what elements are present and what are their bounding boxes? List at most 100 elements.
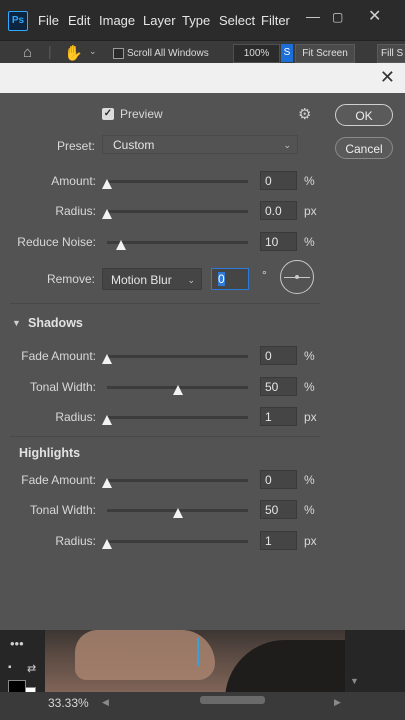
amount-input[interactable]: 0 — [260, 171, 297, 190]
remove-dropdown[interactable]: Motion Blur ⌄ — [102, 268, 202, 290]
highlights-title: Highlights — [19, 446, 81, 460]
shadows-fade-amount-slider-track[interactable] — [107, 355, 248, 358]
shadows-tonal-width-unit: % — [304, 380, 315, 394]
highlights-tonal-width-label: Tonal Width: — [29, 503, 96, 517]
gear-icon[interactable]: ⚙ — [298, 105, 311, 123]
shadows-radius-slider-thumb[interactable] — [102, 415, 112, 425]
menu-edit[interactable]: Edit — [68, 13, 90, 28]
chevron-down-icon: ⌄ — [187, 275, 195, 285]
status-bar: 33.33% ◀ ▶ — [0, 692, 405, 720]
menu-type[interactable]: Type — [182, 13, 210, 28]
divider — [10, 303, 320, 304]
reduce-noise-label: Reduce Noise: — [17, 235, 96, 249]
radius-label: Radius: — [55, 204, 96, 218]
scroll-right-arrow-icon[interactable]: ▶ — [334, 697, 341, 708]
amount-slider-track[interactable] — [107, 180, 248, 183]
radius-slider-thumb[interactable] — [102, 209, 112, 219]
highlights-fade-amount-label: Fade Amount: — [21, 473, 96, 487]
reduce-noise-input[interactable]: 10 — [260, 232, 297, 251]
shadows-title: Shadows — [28, 316, 83, 330]
highlights-tonal-width-input[interactable]: 50 — [260, 500, 297, 519]
more-tools-icon[interactable]: ••• — [10, 636, 24, 651]
hand-tool-icon[interactable]: ✋ — [64, 44, 83, 62]
angle-value: 0 — [218, 272, 225, 286]
ok-button[interactable]: OK — [335, 104, 393, 126]
amount-label: Amount: — [51, 174, 96, 188]
zoom-level: 33.33% — [48, 696, 89, 710]
highlights-radius-unit: px — [304, 534, 317, 548]
highlights-fade-amount-unit: % — [304, 473, 315, 487]
angle-dial[interactable] — [280, 260, 314, 294]
menu-file[interactable]: File — [38, 13, 59, 28]
menu-select[interactable]: Select — [219, 13, 255, 28]
shadows-radius-unit: px — [304, 410, 317, 424]
angle-input[interactable]: 0 — [211, 268, 249, 290]
shadows-tonal-width-slider-thumb[interactable] — [172, 385, 183, 395]
reduce-noise-slider-track[interactable] — [107, 241, 248, 244]
shadows-tonal-width-label: Tonal Width: — [29, 380, 96, 394]
menu-layer[interactable]: Layer — [143, 13, 176, 28]
radius-input[interactable]: 0.0 — [260, 201, 297, 220]
remove-label: Remove: — [46, 272, 95, 286]
remove-value: Motion Blur — [111, 273, 172, 287]
photoshop-logo: Ps — [8, 11, 28, 31]
divider — [10, 436, 320, 437]
highlights-tonal-width-slider-thumb[interactable] — [172, 508, 183, 518]
preset-dropdown[interactable]: Custom ⌄ — [102, 135, 298, 154]
menu-image[interactable]: Image — [99, 13, 135, 28]
shadows-radius-input[interactable]: 1 — [260, 407, 297, 426]
highlights-radius-slider-thumb[interactable] — [102, 539, 112, 549]
close-icon[interactable]: ✕ — [380, 67, 395, 88]
preview-checkbox[interactable]: ✓ — [102, 108, 114, 120]
shake-reduction-dialog: ✕ ✓ Preview ⚙ Preset: Custom ⌄ OK Cancel… — [0, 63, 405, 630]
chevron-down-icon: ⌄ — [283, 140, 291, 150]
shadows-fade-amount-label: Fade Amount: — [21, 349, 96, 363]
chevron-down-icon[interactable]: ⌄ — [89, 46, 97, 57]
canvas-photo[interactable] — [45, 630, 345, 692]
dialog-title-bar: ✕ — [0, 63, 405, 93]
zoom-field[interactable]: 100% — [233, 44, 280, 63]
preset-value: Custom — [113, 138, 155, 152]
fill-screen-button[interactable]: Fill S — [377, 44, 405, 63]
radius-slider-track[interactable] — [107, 210, 248, 213]
shadows-fade-amount-input[interactable]: 0 — [260, 346, 297, 365]
scroll-all-windows-checkbox[interactable] — [113, 48, 124, 59]
default-colors-icon[interactable]: ▪ — [8, 662, 12, 673]
reduce-noise-slider-thumb[interactable] — [116, 240, 127, 250]
fit-screen-button[interactable]: Fit Screen — [295, 44, 355, 63]
menu-bar: Ps File Edit Image Layer Type Select Fil… — [0, 0, 405, 40]
close-window-icon[interactable]: ✕ — [368, 6, 381, 26]
scroll-all-windows-label: Scroll All Windows — [127, 48, 209, 59]
zoom-toggle-button[interactable]: S — [281, 44, 293, 62]
minimize-icon[interactable]: — — [306, 8, 320, 24]
highlights-radius-label: Radius: — [55, 534, 96, 548]
scroll-left-arrow-icon[interactable]: ◀ — [102, 697, 109, 708]
radius-unit: px — [304, 204, 317, 218]
shadows-fade-amount-unit: % — [304, 349, 315, 363]
home-icon[interactable]: ⌂ — [23, 44, 32, 61]
shadows-tonal-width-input[interactable]: 50 — [260, 377, 297, 396]
reduce-noise-unit: % — [304, 235, 315, 249]
scroll-down-arrow-icon[interactable]: ▼ — [350, 676, 359, 686]
highlights-radius-input[interactable]: 1 — [260, 531, 297, 550]
horizontal-scrollbar-thumb[interactable] — [200, 696, 265, 704]
swap-colors-icon[interactable]: ⇄ — [27, 662, 36, 675]
highlights-radius-slider-track[interactable] — [107, 540, 248, 543]
shadows-toggle-icon[interactable]: ▼ — [12, 318, 21, 328]
shadows-radius-label: Radius: — [55, 410, 96, 424]
highlights-fade-amount-slider-track[interactable] — [107, 479, 248, 482]
preview-label: Preview — [120, 107, 163, 121]
amount-slider-thumb[interactable] — [102, 179, 112, 189]
highlights-fade-amount-input[interactable]: 0 — [260, 470, 297, 489]
highlights-tonal-width-unit: % — [304, 503, 315, 517]
degree-unit: ° — [262, 268, 267, 282]
cancel-button[interactable]: Cancel — [335, 137, 393, 159]
shadows-fade-amount-slider-thumb[interactable] — [102, 354, 112, 364]
shadows-radius-slider-track[interactable] — [107, 416, 248, 419]
preset-label: Preset: — [56, 139, 95, 153]
separator: | — [48, 43, 52, 59]
amount-unit: % — [304, 174, 315, 188]
maximize-icon[interactable]: ▢ — [332, 10, 343, 24]
menu-filter[interactable]: Filter — [261, 13, 290, 28]
highlights-fade-amount-slider-thumb[interactable] — [102, 478, 112, 488]
